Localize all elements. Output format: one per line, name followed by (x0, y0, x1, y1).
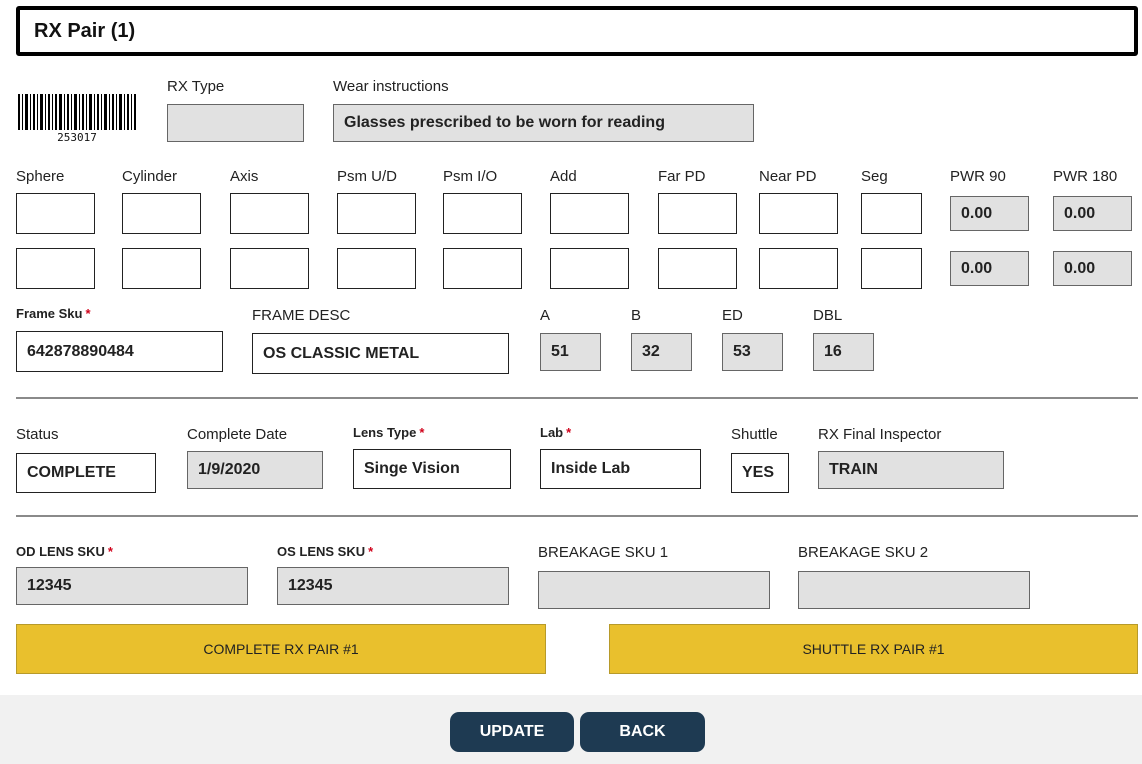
lens-type-label: Lens Type * (353, 425, 425, 440)
rx-input[interactable] (337, 248, 416, 289)
update-button[interactable]: UPDATE (450, 712, 574, 752)
rx-input[interactable] (122, 248, 201, 289)
os-lens-sku-label: OS LENS SKU * (277, 544, 374, 559)
rx-input[interactable] (550, 193, 629, 234)
rx-column-label: Far PD (658, 168, 706, 185)
rx-input[interactable] (861, 248, 922, 289)
rx-readonly-field[interactable]: 0.00 (1053, 196, 1132, 231)
rx-column-label: Psm U/D (337, 168, 397, 185)
os-lens-sku-field[interactable]: 12345 (277, 567, 509, 605)
rx-input[interactable] (337, 193, 416, 234)
rx-column-label: Add (550, 168, 577, 185)
rx-readonly-field[interactable]: 0.00 (950, 251, 1029, 286)
rx-column-label: Cylinder (122, 168, 178, 185)
rx-column-label: Psm I/O (443, 168, 498, 185)
final-inspector-field[interactable]: TRAIN (818, 451, 1004, 489)
lab-select[interactable]: Inside Lab (540, 449, 701, 489)
rx-input[interactable] (759, 248, 838, 289)
frame-sku-label: Frame Sku * (16, 306, 91, 321)
rx-input[interactable] (443, 193, 522, 234)
frame-a-label: A (540, 307, 551, 324)
complete-rx-pair-button[interactable]: COMPLETE RX PAIR #1 (16, 624, 546, 674)
page-title: RX Pair (1) (34, 19, 136, 42)
rx-pair-header: RX Pair (1) (16, 6, 1138, 56)
lens-type-select[interactable]: Singe Vision (353, 449, 511, 489)
complete-date-label: Complete Date (187, 426, 288, 443)
final-inspector-label: RX Final Inspector (818, 426, 942, 443)
rx-input[interactable] (122, 193, 201, 234)
wear-instructions-field[interactable]: Glasses prescribed to be worn for readin… (333, 104, 754, 142)
shuttle-select[interactable]: YES (731, 453, 789, 493)
frame-b-field[interactable]: 32 (631, 333, 692, 371)
status-field[interactable]: COMPLETE (16, 453, 156, 493)
od-lens-sku-field[interactable]: 12345 (16, 567, 248, 605)
rx-type-field[interactable] (167, 104, 304, 142)
shuttle-rx-pair-button[interactable]: SHUTTLE RX PAIR #1 (609, 624, 1138, 674)
rx-input[interactable] (443, 248, 522, 289)
rx-column-label: Axis (230, 168, 259, 185)
od-lens-sku-label: OD LENS SKU * (16, 544, 113, 559)
breakage-sku-1-field[interactable] (538, 571, 770, 609)
rx-column-label: Near PD (759, 168, 817, 185)
rx-input[interactable] (550, 248, 629, 289)
lab-label: Lab * (540, 425, 572, 440)
rx-input[interactable] (658, 248, 737, 289)
breakage-sku-2-label: BREAKAGE SKU 2 (798, 544, 929, 561)
status-label: Status (16, 426, 59, 443)
frame-desc-label: FRAME DESC (252, 307, 351, 324)
frame-ed-field[interactable]: 53 (722, 333, 783, 371)
breakage-sku-2-field[interactable] (798, 571, 1030, 609)
complete-date-field[interactable]: 1/9/2020 (187, 451, 323, 489)
rx-input[interactable] (16, 193, 95, 234)
frame-ed-label: ED (722, 307, 743, 324)
shuttle-label: Shuttle (731, 426, 778, 443)
rx-type-label: RX Type (167, 78, 225, 95)
frame-a-field[interactable]: 51 (540, 333, 601, 371)
rx-readonly-field[interactable]: 0.00 (1053, 251, 1132, 286)
breakage-sku-1-label: BREAKAGE SKU 1 (538, 544, 669, 561)
barcode: 253017 (16, 94, 138, 144)
rx-input[interactable] (230, 248, 309, 289)
rx-input[interactable] (16, 248, 95, 289)
wear-instructions-label: Wear instructions (333, 78, 449, 95)
rx-input[interactable] (861, 193, 922, 234)
rx-column-label: Sphere (16, 168, 65, 185)
rx-readonly-field[interactable]: 0.00 (950, 196, 1029, 231)
divider (16, 397, 1138, 399)
frame-sku-input[interactable]: 642878890484 (16, 331, 223, 372)
back-button[interactable]: BACK (580, 712, 705, 752)
rx-input[interactable] (759, 193, 838, 234)
frame-dbl-field[interactable]: 16 (813, 333, 874, 371)
frame-dbl-label: DBL (813, 307, 843, 324)
rx-column-label: PWR 90 (950, 168, 1006, 185)
barcode-number: 253017 (57, 131, 97, 144)
divider (16, 515, 1138, 517)
rx-input[interactable] (230, 193, 309, 234)
rx-input[interactable] (658, 193, 737, 234)
rx-column-label: PWR 180 (1053, 168, 1118, 185)
frame-b-label: B (631, 307, 642, 324)
rx-column-label: Seg (861, 168, 888, 185)
frame-desc-input[interactable]: OS CLASSIC METAL (252, 333, 509, 374)
barcode-image (18, 94, 136, 130)
